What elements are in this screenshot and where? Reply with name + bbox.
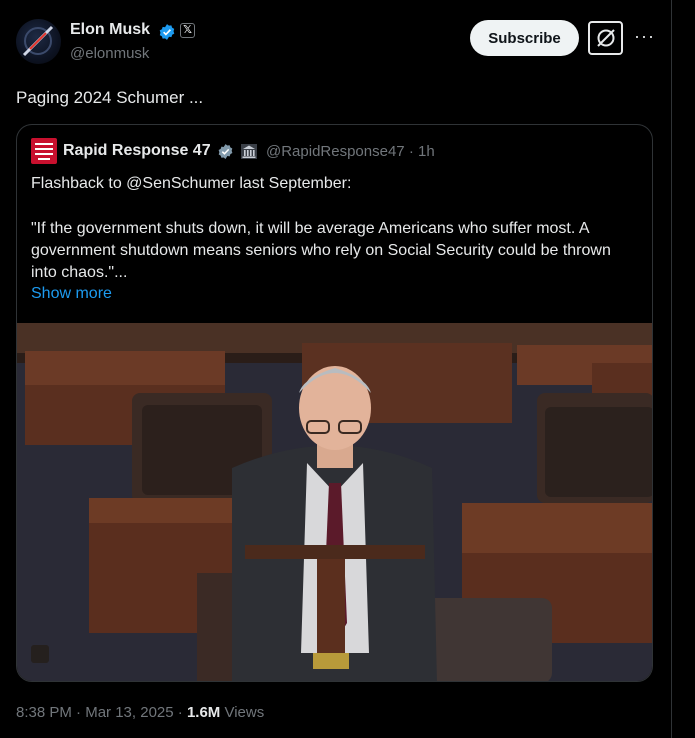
post-meta: 8:38 PM · Mar 13, 2025 · 1.6M Views <box>16 704 264 721</box>
meta-separator: · <box>76 704 82 721</box>
quoted-text-body: "If the government shuts down, it will b… <box>31 220 611 281</box>
x-affiliation-badge[interactable]: 𝕏 <box>180 23 195 38</box>
more-dots-icon[interactable]: ··· <box>634 26 655 47</box>
quoted-author-name[interactable]: Rapid Response 47 <box>63 142 211 160</box>
quoted-author-handle-time[interactable]: @RapidResponse47 · 1h <box>266 143 435 160</box>
quoted-post[interactable]: Rapid Response 47 @RapidResponse47 · 1h … <box>16 124 653 682</box>
quoted-time-ago[interactable]: · 1h <box>409 143 435 160</box>
post-time[interactable]: 8:38 PM <box>16 704 72 721</box>
show-more-link[interactable]: Show more <box>31 285 112 303</box>
views-count: 1.6M <box>186 704 221 721</box>
post-text: Paging 2024 Schumer ... <box>16 88 204 107</box>
quoted-author-handle[interactable]: @RapidResponse47 <box>266 143 405 160</box>
views-label: Views <box>224 704 265 721</box>
quoted-post-photo[interactable] <box>17 323 652 681</box>
quoted-author-avatar[interactable] <box>31 138 57 164</box>
grok-button[interactable] <box>588 21 623 55</box>
quoted-text-line1: Flashback to @SenSchumer last September: <box>31 175 352 192</box>
author-name[interactable]: Elon Musk <box>70 21 150 39</box>
sidebar-divider <box>671 0 672 738</box>
author-handle[interactable]: @elonmusk <box>70 45 149 62</box>
grok-icon <box>597 29 615 47</box>
verified-badge-icon <box>218 144 233 159</box>
subscribe-button[interactable]: Subscribe <box>470 20 579 56</box>
post-date[interactable]: Mar 13, 2025 <box>85 704 173 721</box>
verified-badge-icon <box>159 24 175 40</box>
government-building-icon <box>241 144 257 159</box>
meta-separator: · <box>177 704 183 721</box>
author-avatar[interactable] <box>16 19 61 64</box>
